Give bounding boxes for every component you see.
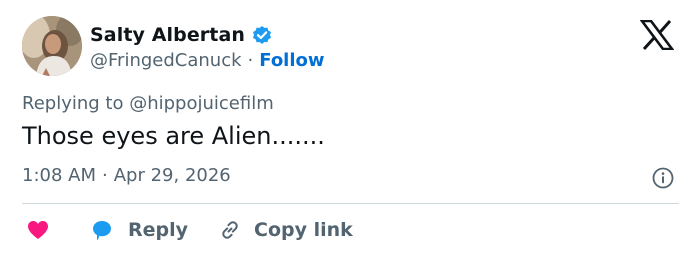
speech-bubble-icon	[90, 218, 114, 242]
verified-badge-icon	[251, 24, 273, 46]
x-logo-icon[interactable]	[639, 19, 675, 51]
handle-separator: ·	[247, 49, 254, 71]
tweet-time: 1:08 AM	[22, 165, 96, 186]
display-name[interactable]: Salty Albertan	[90, 24, 245, 46]
link-icon	[218, 218, 242, 242]
author-name-row: Salty Albertan	[90, 22, 273, 48]
tweet-card: Salty Albertan @FringedCanuck · Follow R…	[0, 0, 700, 256]
replying-to-handle[interactable]: @hippojuicefilm	[129, 93, 274, 114]
info-icon[interactable]	[651, 166, 675, 190]
author-handle[interactable]: @FringedCanuck	[90, 50, 242, 71]
replying-prefix: Replying to	[22, 93, 124, 114]
tweet-timestamp[interactable]: 1:08 AM · Apr 29, 2026	[22, 165, 231, 186]
avatar[interactable]	[22, 16, 82, 76]
copy-link-button[interactable]: Copy link	[218, 218, 353, 242]
like-button[interactable]	[26, 218, 50, 242]
action-bar: Reply Copy link	[26, 216, 353, 244]
divider	[22, 203, 679, 204]
reply-label: Reply	[128, 219, 189, 241]
heart-icon	[26, 218, 50, 242]
follow-button[interactable]: Follow	[259, 50, 324, 71]
author-handle-row: @FringedCanuck · Follow	[90, 47, 325, 73]
replying-to-line: Replying to @hippojuicefilm	[22, 93, 274, 114]
tweet-text: Those eyes are Alien.......	[22, 122, 325, 150]
tweet-date: Apr 29, 2026	[113, 165, 231, 186]
copy-link-label: Copy link	[254, 219, 353, 241]
reply-button[interactable]: Reply	[90, 218, 188, 242]
meta-separator: ·	[102, 165, 108, 186]
avatar-photo	[22, 16, 82, 76]
